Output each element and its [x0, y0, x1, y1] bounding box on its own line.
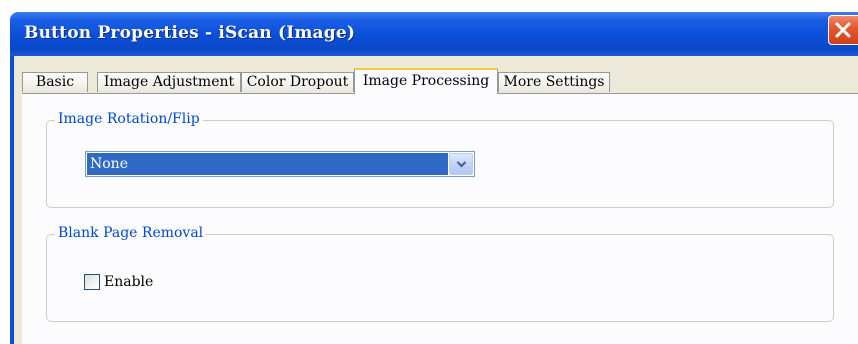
enable-checkbox-label[interactable]: Enable — [104, 273, 153, 291]
close-icon — [835, 22, 851, 38]
tab-image-processing[interactable]: Image Processing — [354, 68, 498, 94]
dialog-client-area: Basic Image Adjustment Color Dropout Ima… — [14, 56, 858, 344]
image-rotation-select[interactable]: None — [85, 151, 475, 177]
tab-panel-image-processing: Image Rotation/Flip None Blank Page Remo… — [22, 93, 858, 344]
image-rotation-group: Image Rotation/Flip None — [46, 111, 834, 208]
title-bar[interactable]: Button Properties - iScan (Image) — [10, 12, 858, 56]
tab-image-adjustment[interactable]: Image Adjustment — [97, 72, 241, 92]
enable-checkbox[interactable] — [84, 274, 100, 290]
blank-page-removal-group: Blank Page Removal Enable — [46, 225, 834, 322]
image-rotation-group-label: Image Rotation/Flip — [55, 111, 203, 127]
tab-more-settings[interactable]: More Settings — [498, 72, 610, 92]
window-title: Button Properties - iScan (Image) — [24, 23, 356, 43]
image-rotation-select-value: None — [87, 153, 448, 175]
blank-page-removal-group-label: Blank Page Removal — [55, 225, 207, 241]
close-button[interactable] — [828, 15, 858, 45]
tab-basic[interactable]: Basic — [22, 72, 88, 92]
image-rotation-dropdown-button[interactable] — [449, 153, 473, 175]
dialog-window: Button Properties - iScan (Image) Basic … — [0, 0, 858, 344]
chevron-down-icon — [456, 161, 467, 168]
tab-color-dropout[interactable]: Color Dropout — [241, 72, 354, 92]
